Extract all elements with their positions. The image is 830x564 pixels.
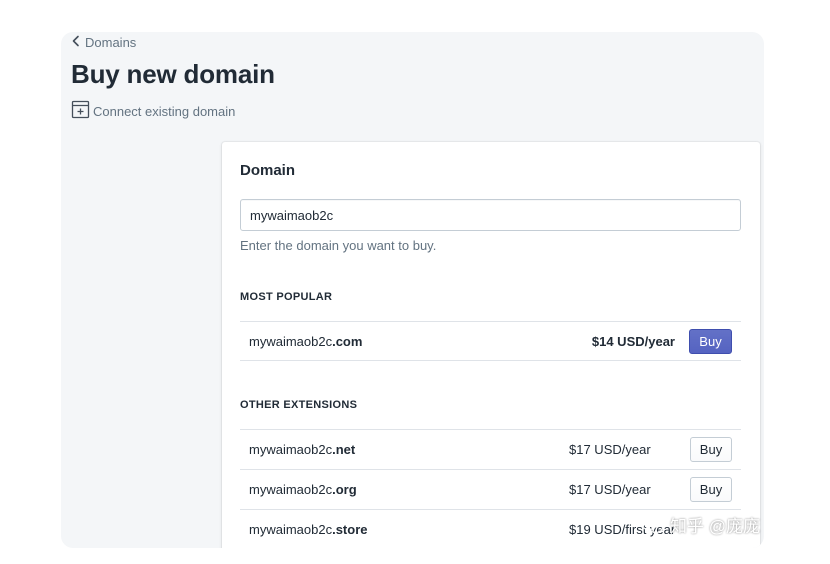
most-popular-heading: MOST POPULAR <box>240 291 333 303</box>
domain-help-text: Enter the domain you want to buy. <box>240 238 437 253</box>
page-title: Buy new domain <box>71 59 275 89</box>
chevron-left-icon <box>70 35 85 50</box>
page-frame: Domains Buy new domain Connect existing … <box>61 32 764 548</box>
buy-net-button[interactable]: Buy <box>690 437 732 462</box>
connect-label: Connect existing domain <box>93 103 236 119</box>
domain-name: mywaimaob2c.net <box>249 442 356 457</box>
domain-card: Domain Enter the domain you want to buy.… <box>222 142 760 548</box>
domain-row-com: mywaimaob2c.com $14 USD/year Buy <box>240 321 741 361</box>
chat-bubble-icon <box>640 515 664 535</box>
breadcrumb-back-link[interactable]: Domains <box>70 35 136 50</box>
domain-search-input[interactable] <box>240 199 741 231</box>
domain-row-org: mywaimaob2c.org $17 USD/year Buy <box>240 469 741 509</box>
domain-name: mywaimaob2c.org <box>249 482 357 497</box>
buy-com-button[interactable]: Buy <box>689 328 732 354</box>
other-extensions-heading: OTHER EXTENSIONS <box>240 399 358 411</box>
breadcrumb-label: Domains <box>85 35 137 50</box>
domain-price: $17 USD/year <box>569 482 651 497</box>
watermark-text: 知乎 @庞庞 <box>670 517 760 536</box>
buy-org-button[interactable]: Buy <box>690 477 732 502</box>
watermark: 知乎 @庞庞 <box>640 512 760 537</box>
add-domain-icon <box>71 100 93 122</box>
domain-name: mywaimaob2c.store <box>249 522 368 537</box>
connect-existing-domain-link[interactable]: Connect existing domain <box>71 100 235 122</box>
domain-name: mywaimaob2c.com <box>249 333 363 349</box>
domain-price: $17 USD/year <box>569 442 651 457</box>
card-title: Domain <box>240 162 296 179</box>
domain-row-net: mywaimaob2c.net $17 USD/year Buy <box>240 429 741 469</box>
domain-price: $14 USD/year <box>591 333 675 349</box>
